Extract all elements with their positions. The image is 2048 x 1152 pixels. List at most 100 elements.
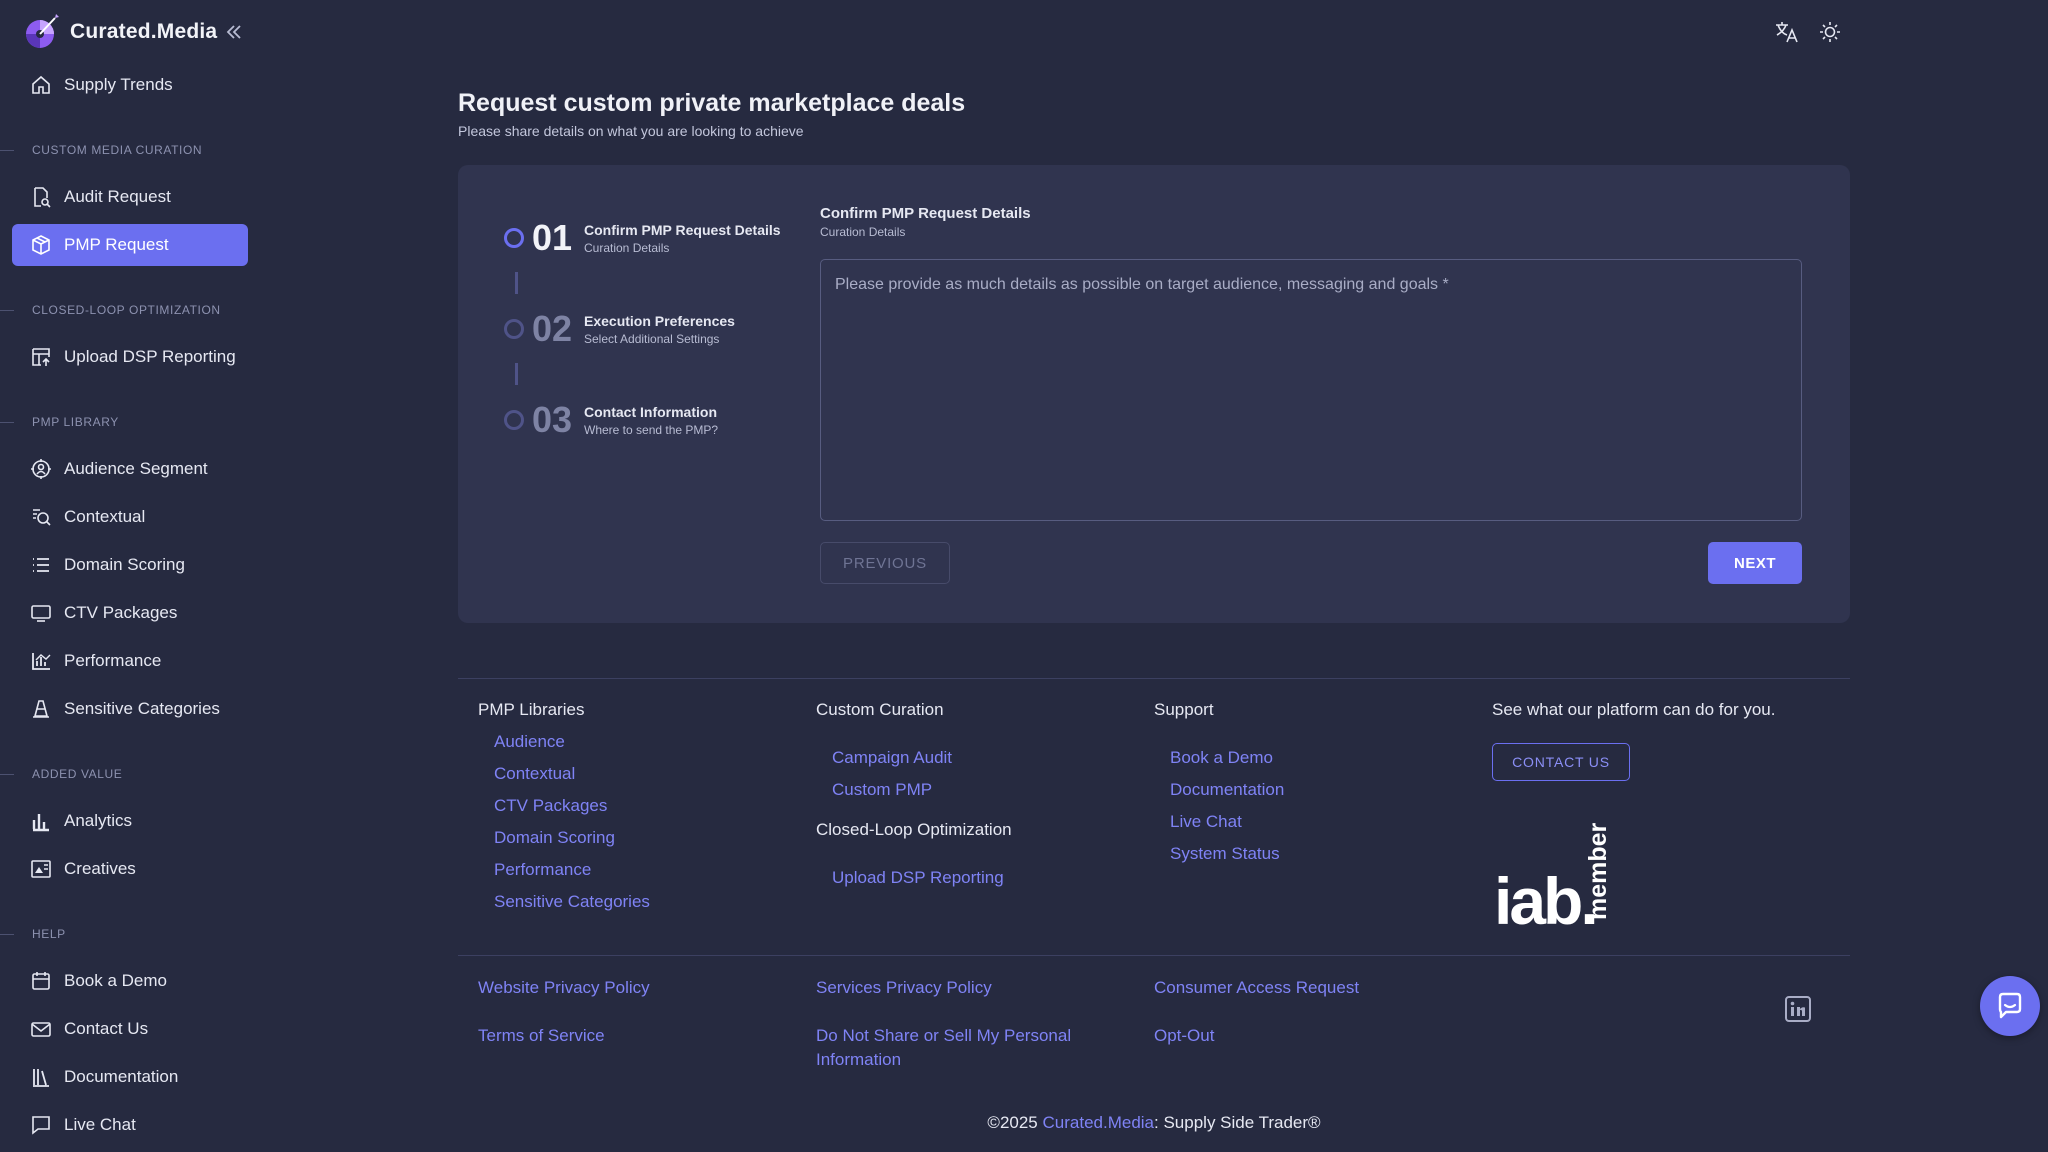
footer-heading-closed-loop: Closed-Loop Optimization	[816, 820, 1012, 839]
curated-media-logo-icon[interactable]	[22, 12, 62, 52]
step-texts: Execution Preferences Select Additional …	[584, 313, 735, 346]
image-gallery-icon	[31, 860, 51, 878]
traffic-cone-icon	[33, 700, 49, 718]
list-icon	[33, 558, 49, 572]
step-subtitle: Select Additional Settings	[584, 331, 720, 346]
step-number: 03	[532, 399, 573, 440]
linkedin-icon[interactable]	[1784, 995, 1812, 1023]
sidebar-item-creatives[interactable]: Creatives	[12, 848, 248, 890]
footer-platform-tagline: See what our platform can do for you.	[1492, 700, 1776, 719]
footer-legal-divider	[458, 955, 1850, 956]
sidebar-item-pmp-request[interactable]: PMP Request	[12, 224, 248, 266]
footer-link-upload-dsp-reporting[interactable]: Upload DSP Reporting	[832, 868, 1004, 888]
iab-member-logo-icon: iab. member	[1494, 822, 1612, 928]
step-connector	[515, 272, 518, 294]
sidebar-item-documentation[interactable]: Documentation	[12, 1056, 248, 1098]
step-indicator-icon	[504, 228, 524, 248]
chevrons-left-icon[interactable]	[225, 23, 243, 41]
sidebar-item-book-a-demo[interactable]: Book a Demo	[12, 960, 248, 1002]
sidebar-item-label: Contact Us	[64, 1019, 149, 1038]
document-search-icon	[34, 187, 51, 208]
footer-link-performance[interactable]: Performance	[494, 860, 591, 880]
sidebar-item-audience-segment[interactable]: Audience Segment	[12, 448, 248, 490]
opt-out-link[interactable]: Opt-Out	[1154, 1024, 1214, 1048]
step-subtitle: Where to send the PMP?	[584, 422, 719, 437]
section-help: HELP	[0, 926, 250, 942]
step-1[interactable]: 01 Confirm PMP Request Details Curation …	[504, 217, 781, 259]
services-privacy-policy-link[interactable]: Services Privacy Policy	[816, 976, 992, 1000]
footer-link-audience[interactable]: Audience	[494, 732, 565, 752]
step-title: Contact Information	[584, 403, 717, 420]
brand: Curated.Media	[22, 12, 243, 52]
footer-link-book-a-demo[interactable]: Book a Demo	[1170, 748, 1273, 768]
step-number: 02	[532, 308, 573, 349]
copyright-brand-link[interactable]: Curated.Media	[1043, 1113, 1155, 1132]
mail-icon	[31, 1022, 51, 1037]
sidebar-item-label: Sensitive Categories	[64, 699, 220, 718]
chat-bubble-icon	[1998, 992, 2022, 1019]
step-texts: Confirm PMP Request Details Curation Det…	[584, 222, 781, 255]
sidebar-item-label: Audit Request	[64, 187, 171, 206]
calendar-icon	[32, 972, 50, 990]
chart-bar-icon	[32, 653, 51, 670]
footer-link-domain-scoring[interactable]: Domain Scoring	[494, 828, 615, 848]
translate-icon[interactable]	[1774, 19, 1800, 45]
step-number: 01	[532, 217, 573, 258]
footer-link-custom-pmp[interactable]: Custom PMP	[832, 780, 932, 800]
sidebar-item-contact-us[interactable]: Contact Us	[12, 1008, 248, 1050]
sidebar-item-label: Creatives	[64, 859, 136, 878]
sidebar-item-label: Audience Segment	[64, 459, 208, 478]
step-2[interactable]: 02 Execution Preferences Select Addition…	[504, 308, 735, 350]
search-context-icon	[33, 509, 51, 526]
sidebar-item-label: Book a Demo	[64, 971, 167, 990]
sidebar-item-upload-dsp-reporting[interactable]: Upload DSP Reporting	[12, 336, 248, 378]
form-subtitle: Curation Details	[820, 225, 906, 239]
textarea-placeholder: Please provide as much details as possib…	[835, 276, 1449, 293]
section-closed-loop-optimization: CLOSED-LOOP OPTIMIZATION	[0, 302, 250, 318]
footer-link-contextual[interactable]: Contextual	[494, 764, 575, 784]
sidebar-item-domain-scoring[interactable]: Domain Scoring	[12, 544, 248, 586]
step-indicator-icon	[504, 410, 524, 430]
previous-button[interactable]: PREVIOUS	[820, 542, 950, 584]
step-title: Execution Preferences	[584, 312, 735, 329]
footer-link-live-chat[interactable]: Live Chat	[1170, 812, 1242, 832]
live-chat-button[interactable]	[1980, 976, 2040, 1036]
footer-link-sensitive-categories[interactable]: Sensitive Categories	[494, 892, 650, 912]
sidebar-item-ctv-packages[interactable]: CTV Packages	[12, 592, 248, 634]
sidebar-item-label: Performance	[64, 651, 162, 670]
do-not-share-link[interactable]: Do Not Share or Sell My Personal Informa…	[816, 1024, 1106, 1072]
consumer-access-request-link[interactable]: Consumer Access Request	[1154, 976, 1359, 1000]
footer-heading-support: Support	[1154, 700, 1214, 719]
package-icon	[32, 235, 50, 255]
table-upload-icon	[32, 348, 50, 366]
terms-of-service-link[interactable]: Terms of Service	[478, 1024, 605, 1048]
sun-icon[interactable]	[1817, 19, 1843, 45]
footer-heading-custom-curation: Custom Curation	[816, 700, 944, 719]
iab-member-text: member	[1584, 822, 1612, 920]
request-details-textarea[interactable]: Please provide as much details as possib…	[820, 259, 1802, 521]
request-wizard-card: 01 Confirm PMP Request Details Curation …	[458, 165, 1850, 623]
step-3[interactable]: 03 Contact Information Where to send the…	[504, 399, 718, 441]
sidebar-item-analytics[interactable]: Analytics	[12, 800, 248, 842]
sidebar-item-sensitive-categories[interactable]: Sensitive Categories	[12, 688, 248, 730]
sidebar-item-supply-trends[interactable]: Supply Trends	[12, 64, 248, 106]
target-user-icon	[31, 459, 51, 479]
sidebar-item-performance[interactable]: Performance	[12, 640, 248, 682]
sidebar-item-label: PMP Request	[64, 235, 169, 254]
footer-link-campaign-audit[interactable]: Campaign Audit	[832, 748, 952, 768]
footer-link-documentation[interactable]: Documentation	[1170, 780, 1284, 800]
sidebar-item-label: Supply Trends	[64, 75, 173, 94]
sidebar-item-audit-request[interactable]: Audit Request	[12, 176, 248, 218]
step-title: Confirm PMP Request Details	[584, 221, 781, 238]
sidebar-item-label: CTV Packages	[64, 603, 178, 622]
footer-heading-pmp-libraries: PMP Libraries	[478, 700, 585, 719]
contact-us-button[interactable]: CONTACT US	[1492, 743, 1630, 781]
sidebar-item-contextual[interactable]: Contextual	[12, 496, 248, 538]
next-button[interactable]: NEXT	[1708, 542, 1802, 584]
website-privacy-policy-link[interactable]: Website Privacy Policy	[478, 976, 650, 1000]
footer-link-ctv-packages[interactable]: CTV Packages	[494, 796, 607, 816]
footer-link-system-status[interactable]: System Status	[1170, 844, 1280, 864]
step-subtitle: Curation Details	[584, 240, 670, 255]
brand-name[interactable]: Curated.Media	[70, 20, 217, 44]
sidebar-item-label: Domain Scoring	[64, 555, 185, 574]
